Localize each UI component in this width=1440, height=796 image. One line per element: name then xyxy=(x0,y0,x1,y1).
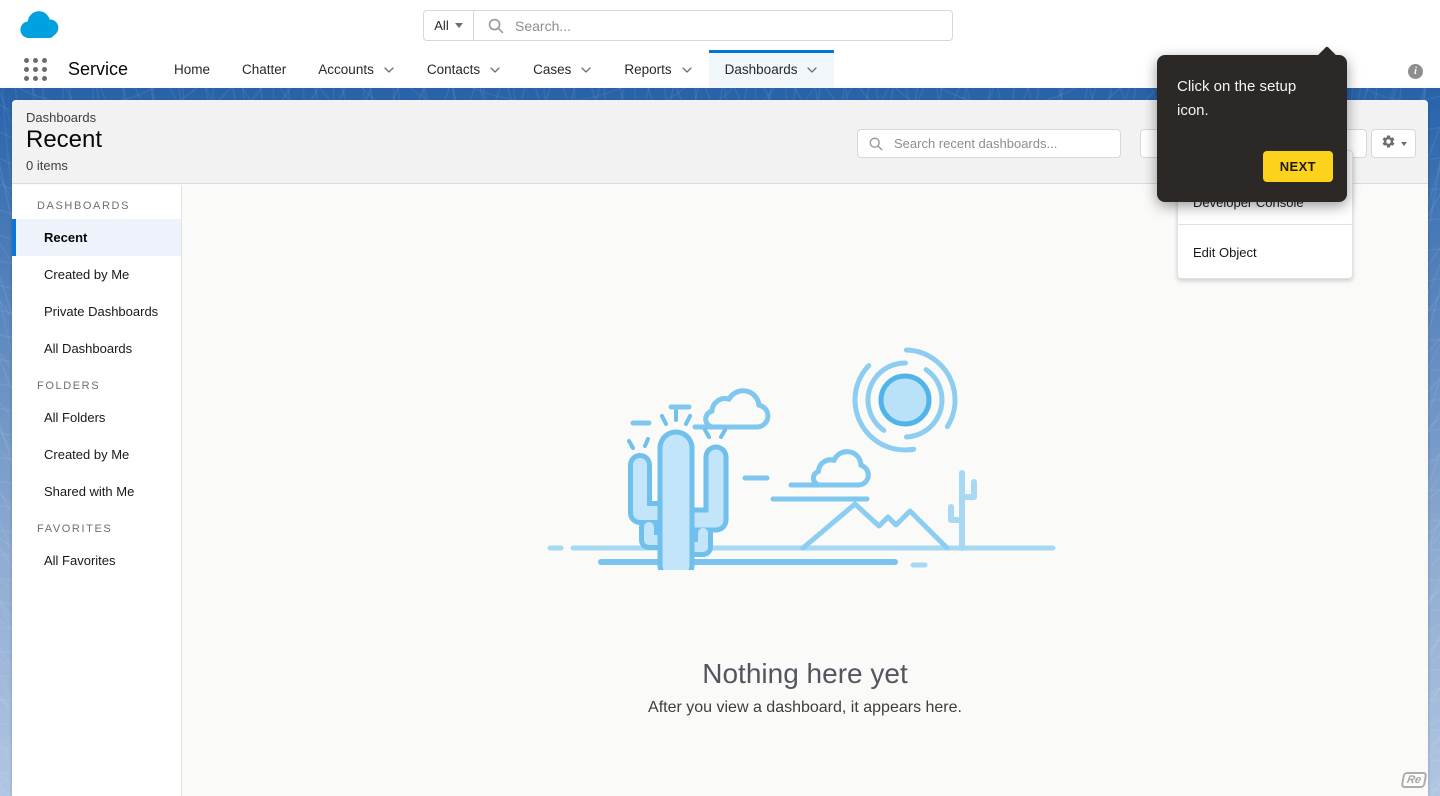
object-label: Dashboards xyxy=(26,110,97,125)
tab-contacts[interactable]: Contacts xyxy=(411,50,517,88)
app-name: Service xyxy=(68,58,129,79)
sidebar-section-favorites: FAVORITES xyxy=(37,523,113,535)
chevron-down-icon xyxy=(681,62,693,77)
nav-tabs: Home Chatter Accounts Contacts Cases Rep… xyxy=(158,50,835,88)
chevron-down-icon xyxy=(580,62,592,77)
sidebar-item-all-favorites[interactable]: All Favorites xyxy=(12,542,181,579)
info-icon[interactable]: i xyxy=(1408,64,1423,79)
next-button[interactable]: NEXT xyxy=(1262,151,1333,182)
tab-home[interactable]: Home xyxy=(158,50,226,88)
global-search: All xyxy=(423,10,953,41)
tab-cases[interactable]: Cases xyxy=(517,50,608,88)
sidebar-item-private-dashboards[interactable]: Private Dashboards xyxy=(12,293,181,330)
global-header: All + xyxy=(0,0,1440,50)
page-title: Recent xyxy=(26,126,103,153)
empty-state-title: Nothing here yet xyxy=(702,658,908,689)
tab-dashboards[interactable]: Dashboards xyxy=(708,50,835,88)
sidebar-section-folders: FOLDERS xyxy=(37,380,101,392)
re-watermark: Re xyxy=(1400,772,1428,788)
chevron-down-icon xyxy=(383,62,395,77)
list-search-input[interactable] xyxy=(892,135,1120,152)
sidebar-item-all-folders[interactable]: All Folders xyxy=(12,399,181,436)
salesforce-logo-icon xyxy=(13,8,63,49)
desert-empty-state-illustration xyxy=(545,315,1065,584)
sidebar-item-created-by-me[interactable]: Created by Me xyxy=(12,256,181,293)
global-search-input[interactable] xyxy=(513,16,952,35)
walkthrough-popover: Click on the setup icon. NEXT xyxy=(1157,55,1347,202)
gear-icon xyxy=(1381,134,1396,154)
walkthrough-message: Click on the setup icon. xyxy=(1177,78,1297,120)
list-view-sidebar: DASHBOARDS Recent Created by Me Private … xyxy=(12,185,182,796)
search-scope-selector[interactable]: All xyxy=(424,11,474,40)
sidebar-item-folders-created-by-me[interactable]: Created by Me xyxy=(12,436,181,473)
tab-chatter[interactable]: Chatter xyxy=(226,50,302,88)
chevron-down-icon xyxy=(454,23,463,28)
chevron-down-icon xyxy=(806,62,818,77)
list-search xyxy=(857,129,1121,158)
menu-divider xyxy=(1178,224,1352,225)
search-icon xyxy=(868,136,884,152)
list-settings-button[interactable] xyxy=(1371,129,1416,158)
app-launcher-icon[interactable] xyxy=(24,58,48,82)
salesforce-app-window: All + xyxy=(0,0,1440,796)
search-icon xyxy=(487,17,505,35)
tab-reports[interactable]: Reports xyxy=(608,50,708,88)
chevron-down-icon xyxy=(1400,141,1407,146)
chevron-down-icon xyxy=(489,62,501,77)
tab-accounts[interactable]: Accounts xyxy=(302,50,411,88)
search-scope-label: All xyxy=(434,18,449,33)
sidebar-section-dashboards: DASHBOARDS xyxy=(37,200,131,212)
sidebar-item-all-dashboards[interactable]: All Dashboards xyxy=(12,330,181,367)
menu-item-edit-object[interactable]: Edit Object xyxy=(1178,237,1352,268)
sidebar-item-shared-with-me[interactable]: Shared with Me xyxy=(12,473,181,510)
sidebar-item-recent[interactable]: Recent xyxy=(12,219,181,256)
empty-state-subtitle: After you view a dashboard, it appears h… xyxy=(648,699,962,716)
item-count: 0 items xyxy=(26,158,68,173)
